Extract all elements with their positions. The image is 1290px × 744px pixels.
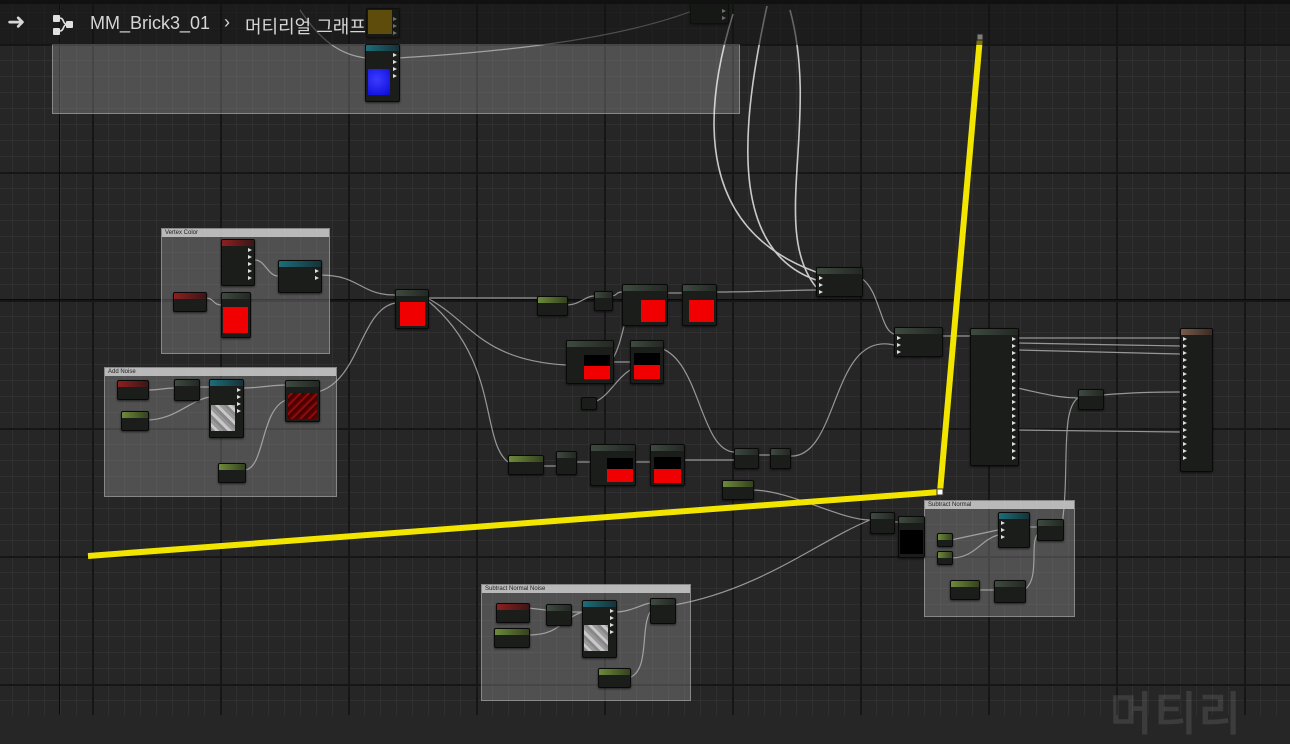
breadcrumb-asset-name[interactable]: MM_Brick3_01 xyxy=(90,13,210,34)
highlighted-connection xyxy=(87,33,984,559)
highlight-line xyxy=(87,36,983,559)
material-graph-icon xyxy=(53,15,73,35)
breadcrumb-graph-name[interactable]: 머티리얼 그래프 xyxy=(245,13,366,39)
graph-watermark: 머티리 xyxy=(1110,688,1243,740)
top-edge xyxy=(0,0,1290,4)
connection-endpoint-corner xyxy=(936,488,944,496)
back-arrow-icon[interactable]: ➜ xyxy=(7,9,25,35)
breadcrumb-bar: ➜ MM_Brick3_01 › 머티리얼 그래프 xyxy=(0,0,1290,45)
breadcrumb-separator: › xyxy=(224,12,230,32)
